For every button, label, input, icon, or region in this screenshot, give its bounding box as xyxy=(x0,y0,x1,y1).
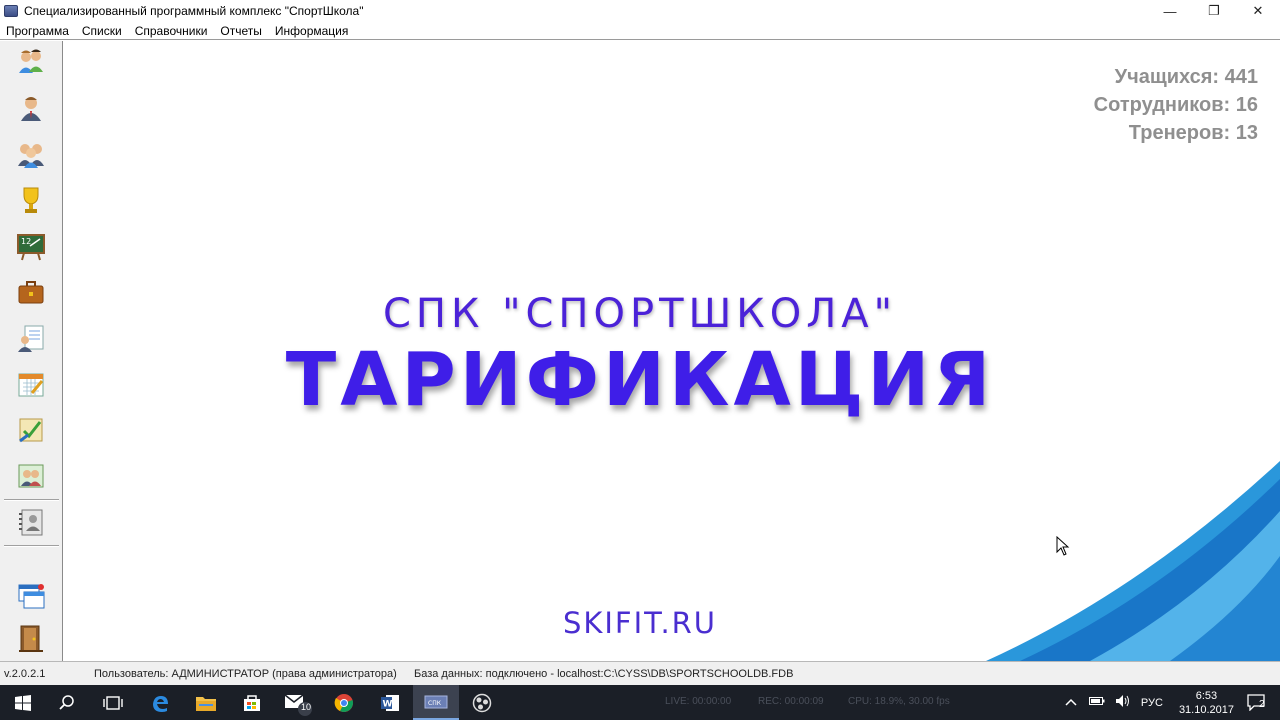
address-book-icon[interactable] xyxy=(14,505,48,539)
trophy-icon[interactable] xyxy=(14,183,48,217)
students-group-icon[interactable] xyxy=(14,45,48,79)
status-user: Пользователь: АДМИНИСТРАТОР (права админ… xyxy=(94,667,397,680)
notifications-count: 2 xyxy=(1259,698,1265,710)
search-icon[interactable] xyxy=(44,685,90,720)
clock[interactable]: 6:53 31.10.2017 xyxy=(1179,689,1234,717)
notifications-icon[interactable]: 2 xyxy=(1246,693,1270,713)
restore-button[interactable]: ❐ xyxy=(1192,0,1236,22)
word-icon[interactable]: W xyxy=(367,685,413,720)
checklist-icon[interactable] xyxy=(14,413,48,447)
title-bar: Специализированный программный комплекс … xyxy=(0,0,1280,22)
rec-live-text: LIVE: 00:00:00 xyxy=(665,696,732,707)
taskbar: 10 W СПК LIVE: 00:00:00 REC: 00:00:09 CP… xyxy=(0,685,1280,720)
stat-employees: Сотрудников: 16 xyxy=(1093,94,1258,116)
file-explorer-icon[interactable] xyxy=(183,685,229,720)
chrome-icon[interactable] xyxy=(321,685,367,720)
battery-icon[interactable] xyxy=(1088,696,1105,709)
menu-lists[interactable]: Списки xyxy=(82,24,122,38)
window-controls: — ❐ ✕ xyxy=(1148,0,1280,22)
obs-icon[interactable] xyxy=(459,685,505,720)
main-area: Учащихся: 441 Сотрудников: 16 Тренеров: … xyxy=(64,41,1280,661)
app-icon xyxy=(4,5,18,17)
rec-rec-text: REC: 00:00:09 xyxy=(758,696,824,707)
mail-icon[interactable]: 10 xyxy=(275,685,321,720)
system-tray: РУС 6:53 31.10.2017 2 xyxy=(1065,685,1280,720)
store-icon[interactable] xyxy=(229,685,275,720)
stat-students: Учащихся: 441 xyxy=(1114,66,1258,88)
clock-time: 6:53 xyxy=(1195,689,1218,702)
sidebar-separator xyxy=(4,499,59,501)
window-title: Специализированный программный комплекс … xyxy=(24,4,364,18)
briefcase-icon[interactable] xyxy=(14,275,48,309)
status-database: База данных: подключено - localhost:C:\C… xyxy=(414,667,794,680)
mail-badge: 10 xyxy=(301,702,312,712)
user-card-icon[interactable] xyxy=(14,321,48,355)
exit-door-icon[interactable] xyxy=(14,621,48,655)
employee-icon[interactable] xyxy=(14,91,48,125)
close-button[interactable]: ✕ xyxy=(1236,0,1280,22)
clock-date: 31.10.2017 xyxy=(1178,703,1234,716)
sidebar-toolbar: 12 xyxy=(0,41,63,661)
logo-subtitle: СПК "СПОРТШКОЛА" xyxy=(382,291,898,337)
status-bar: v.2.0.2.1 Пользователь: АДМИНИСТРАТОР (п… xyxy=(0,661,1280,685)
language-indicator[interactable]: РУС xyxy=(1141,697,1163,709)
minimize-button[interactable]: — xyxy=(1148,0,1192,22)
sidebar-separator-2 xyxy=(4,545,59,547)
svg-text:СПК: СПК xyxy=(428,700,442,707)
svg-text:12: 12 xyxy=(21,237,31,246)
schedule-board-icon[interactable]: 12 xyxy=(14,229,48,263)
coaches-group-icon[interactable] xyxy=(14,137,48,171)
sportschool-app-icon[interactable]: СПК xyxy=(413,685,459,720)
menu-bar: Программа Списки Справочники Отчеты Инфо… xyxy=(0,22,1280,40)
people-card-icon[interactable] xyxy=(14,459,48,493)
task-view-icon[interactable] xyxy=(90,685,136,720)
stats-panel: Учащихся: 441 Сотрудников: 16 Тренеров: … xyxy=(1094,63,1258,147)
decorative-swoosh xyxy=(986,461,1280,661)
mouse-cursor-icon xyxy=(1056,536,1070,556)
start-button[interactable] xyxy=(0,685,46,720)
edge-browser-icon[interactable] xyxy=(137,685,183,720)
menu-info[interactable]: Информация xyxy=(275,24,348,38)
logo-title: ТАРИФИКАЦИЯ xyxy=(285,337,995,423)
calendar-icon[interactable] xyxy=(14,367,48,401)
rec-cpu-text: CPU: 18.9%, 30.00 fps xyxy=(848,696,950,707)
menu-references[interactable]: Справочники xyxy=(135,24,208,38)
windows-icon[interactable] xyxy=(14,579,48,613)
menu-program[interactable]: Программа xyxy=(6,24,69,38)
tray-chevron-up-icon[interactable] xyxy=(1065,697,1077,709)
stat-coaches: Тренеров: 13 xyxy=(1128,122,1258,144)
status-version: v.2.0.2.1 xyxy=(4,667,46,680)
svg-text:W: W xyxy=(383,699,393,709)
volume-icon[interactable] xyxy=(1115,694,1131,711)
menu-reports[interactable]: Отчеты xyxy=(220,24,261,38)
